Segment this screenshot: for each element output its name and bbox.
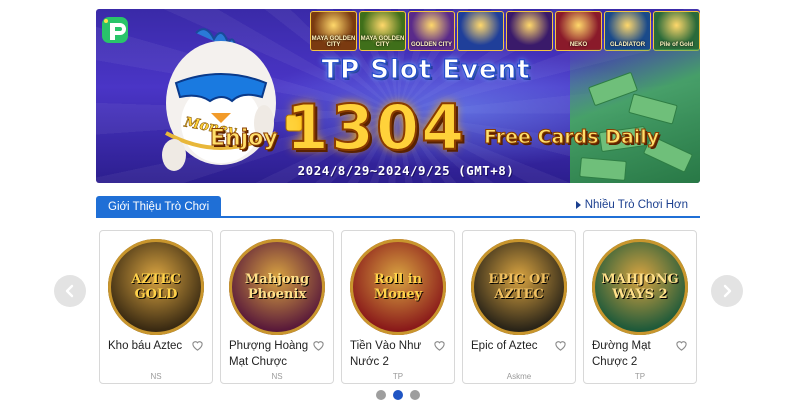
game-art-image: Roll in Money: [350, 239, 446, 335]
heart-icon[interactable]: [554, 339, 567, 352]
carousel-pagination: [376, 390, 420, 400]
game-art-image: EPIC OF AZTEC: [471, 239, 567, 335]
heart-icon[interactable]: [312, 339, 325, 352]
game-card[interactable]: MAHJONG WAYS 2 Đường Mạt Chược 2 TP: [583, 230, 697, 384]
carousel-next-button[interactable]: [711, 275, 743, 307]
game-art-title: AZTEC GOLD: [131, 272, 181, 302]
game-provider: NS: [150, 372, 162, 381]
more-games-label: Nhiều Trò Chơi Hơn: [584, 199, 688, 211]
game-art-title: Roll in Money: [373, 272, 423, 302]
banner-game-thumbnail: [457, 11, 504, 51]
banner-game-thumbnail: NEKO: [555, 11, 602, 51]
carousel-dot[interactable]: [410, 390, 420, 400]
banner-date-range: 2024/8/29~2024/9/25 (GMT+8): [297, 163, 515, 178]
game-art-title: Mahjong Phoenix: [244, 272, 310, 302]
banner-game-thumbnail: Pile of Gold: [653, 11, 700, 51]
banner-game-thumbnail: MAYA GOLDEN CITY: [310, 11, 357, 51]
game-art-image: AZTEC GOLD: [108, 239, 204, 335]
game-name: Kho báu Aztec: [108, 340, 183, 352]
game-art-title: EPIC OF AZTEC: [488, 272, 550, 302]
game-provider: TP: [634, 372, 646, 381]
carousel-prev-button[interactable]: [54, 275, 86, 307]
banner-game-thumbnail: GOLDEN CITY: [408, 11, 455, 51]
game-card[interactable]: EPIC OF AZTEC Epic of Aztec Askme: [462, 230, 576, 384]
game-provider: TP: [392, 372, 404, 381]
banner-game-thumbnail: MAYA GOLDEN CITY: [359, 11, 406, 51]
banner-free-cards-count: 1304: [285, 91, 467, 164]
chevron-right-icon: [723, 284, 732, 298]
promo-banner[interactable]: MAYA GOLDEN CITY MAYA GOLDEN CITY GOLDEN C…: [96, 9, 700, 183]
heart-icon[interactable]: [675, 339, 688, 352]
game-card[interactable]: Roll in Money Tiền Vào Như Nước 2 TP: [341, 230, 455, 384]
heart-icon[interactable]: [433, 339, 446, 352]
game-name: Đường Mạt Chược 2: [592, 340, 651, 368]
game-card-list: AZTEC GOLD Kho báu Aztec NS Mahjong Phoe…: [99, 230, 699, 384]
carousel-dot[interactable]: [393, 390, 403, 400]
game-card[interactable]: Mahjong Phoenix Phượng Hoàng Mạt Chược N…: [220, 230, 334, 384]
game-intro-section-header: Giới Thiệu Trò Chơi Nhiều Trò Chơi Hơn: [96, 196, 700, 218]
more-games-link[interactable]: Nhiều Trò Chơi Hơn: [575, 199, 688, 211]
banner-game-thumbnail: GLADIATOR: [604, 11, 651, 51]
game-provider: NS: [271, 372, 283, 381]
caret-right-icon: [575, 201, 581, 209]
heart-icon[interactable]: [191, 339, 204, 352]
game-name: Epic of Aztec: [471, 340, 538, 352]
game-name: Phượng Hoàng Mạt Chược: [229, 340, 309, 368]
banner-title: TP Slot Event: [321, 55, 531, 86]
game-art-title: MAHJONG WAYS 2: [601, 272, 679, 302]
game-provider: Askme: [506, 372, 532, 381]
tp-logo-icon: [102, 17, 128, 43]
money-pile-decoration: [570, 49, 700, 183]
chevron-left-icon: [65, 284, 74, 298]
section-title-tab[interactable]: Giới Thiệu Trò Chơi: [96, 196, 222, 218]
game-art-image: Mahjong Phoenix: [229, 239, 325, 335]
game-art-image: MAHJONG WAYS 2: [592, 239, 688, 335]
carousel-dot[interactable]: [376, 390, 386, 400]
banner-game-thumbnail: [506, 11, 553, 51]
banner-enjoy-text: Enjoy: [210, 126, 279, 152]
banner-game-thumbnails: MAYA GOLDEN CITY MAYA GOLDEN CITY GOLDEN C…: [310, 11, 700, 51]
game-card[interactable]: AZTEC GOLD Kho báu Aztec NS: [99, 230, 213, 384]
game-name: Tiền Vào Như Nước 2: [350, 340, 422, 368]
banner-free-cards-text: Free Cards Daily: [483, 126, 660, 149]
